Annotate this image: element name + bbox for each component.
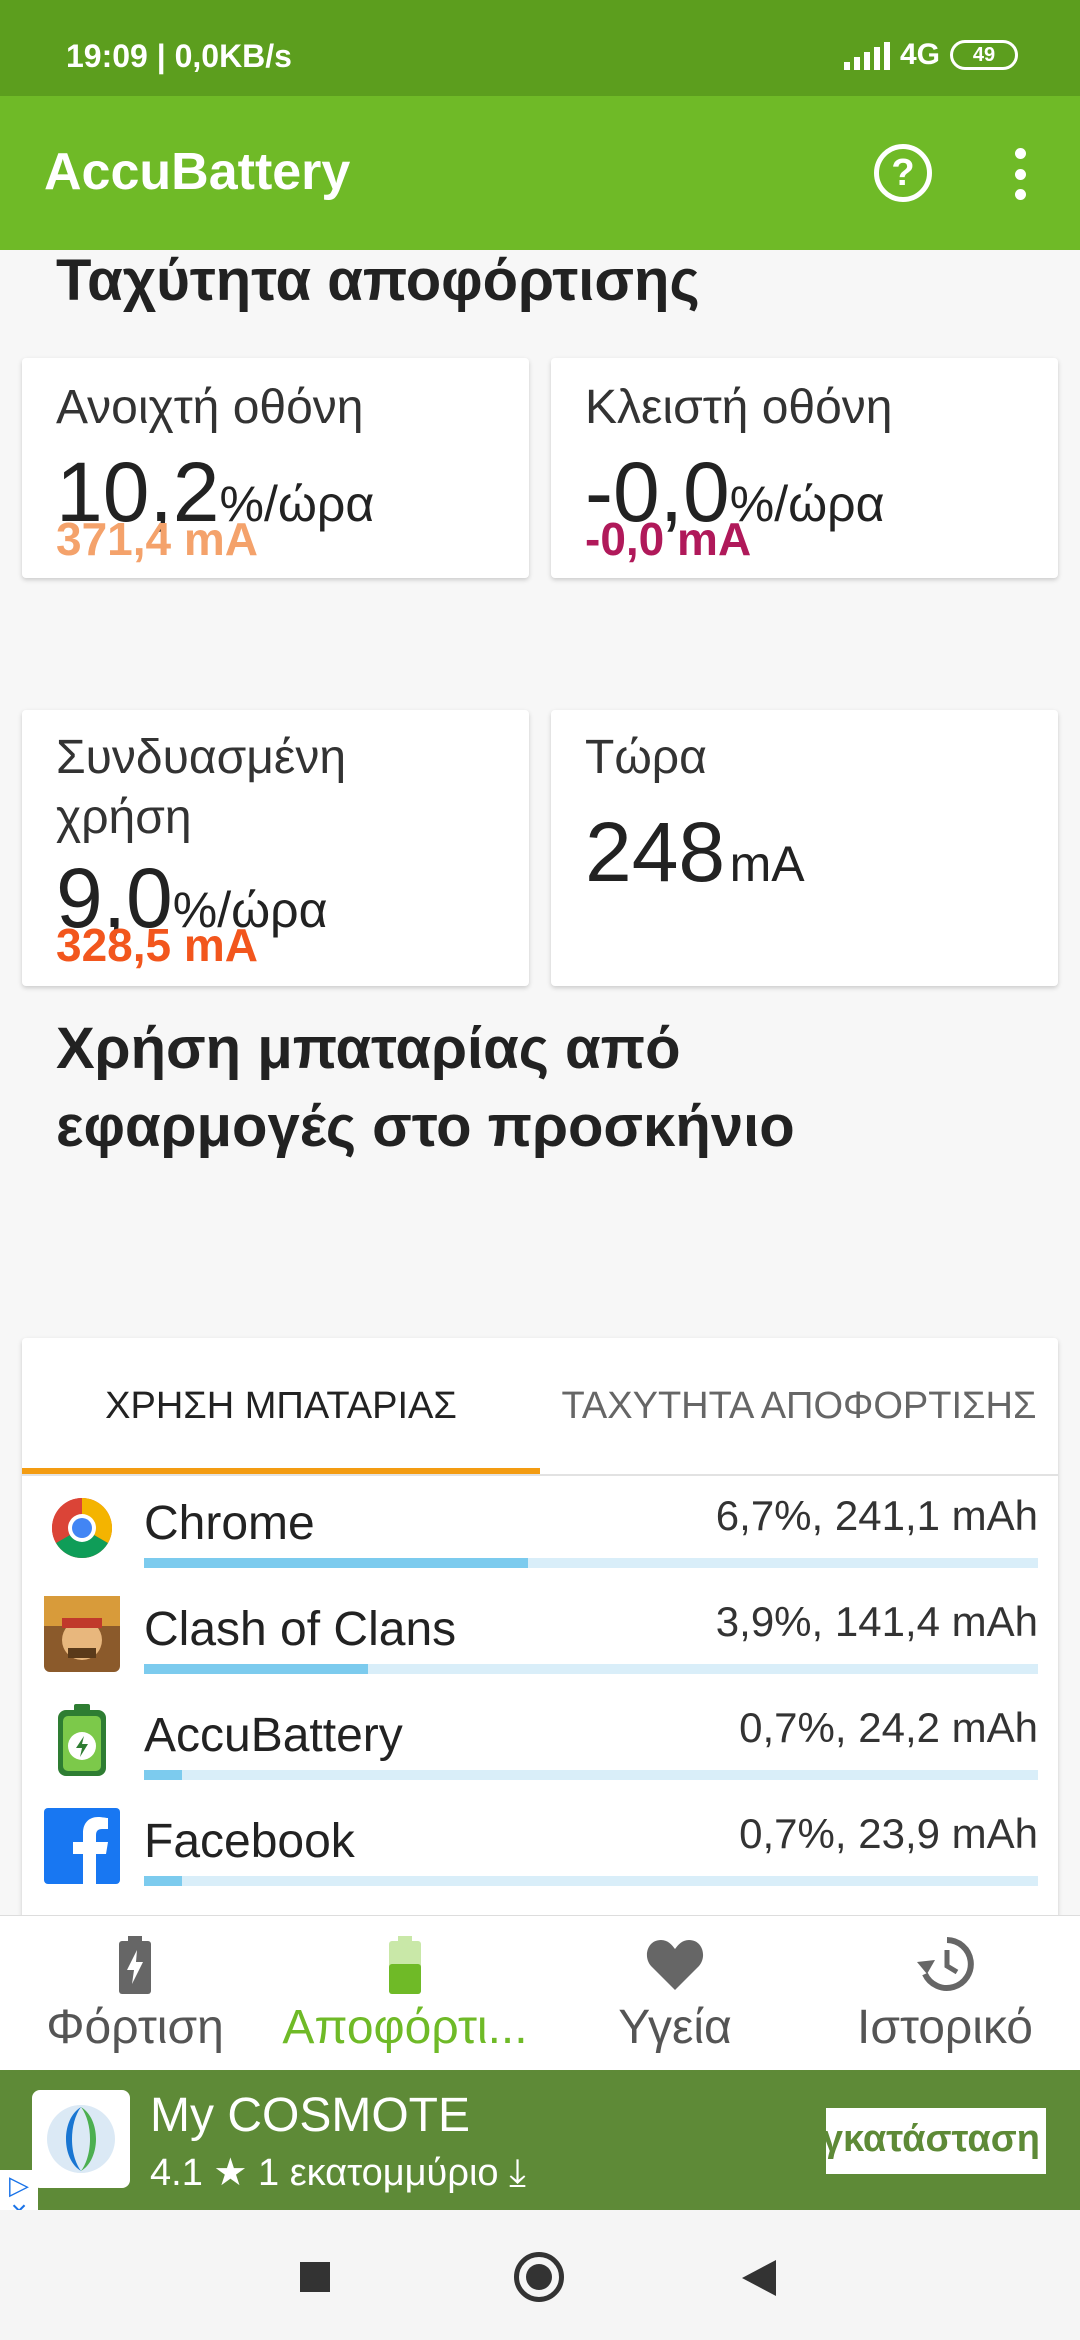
nav-label: Φόρτιση (46, 2001, 224, 2054)
usage-bar (144, 1876, 1038, 1886)
usage-bar-fill (144, 1770, 182, 1780)
ad-rating: 4.1 (150, 2152, 203, 2194)
ad-app-name: My COSMOTE (150, 2089, 470, 2142)
battery-level: 49 (972, 43, 996, 66)
tab-battery-usage[interactable]: ΧΡΗΣΗ ΜΠΑΤΑΡΙΑΣ (22, 1338, 540, 1474)
app-row-chrome[interactable]: Chrome 6,7%, 241,1 mAh (22, 1488, 1058, 1594)
usage-bar (144, 1770, 1038, 1780)
screen-off-ma: -0,0 mA (585, 513, 752, 565)
combined-ma: 328,5 mA (56, 919, 259, 971)
more-vert-icon[interactable] (1002, 142, 1038, 206)
app-stat: 0,7%, 24,2 mAh (739, 1704, 1038, 1751)
app-name: Facebook (144, 1815, 355, 1868)
facebook-icon (44, 1808, 120, 1884)
screen-off-label: Κλειστή οθόνη (585, 381, 893, 434)
bottom-navigation: Φόρτιση Αποφόρτι... Υγεία Ιστορικό (0, 1915, 1080, 2070)
help-circle-icon[interactable]: ? (874, 144, 932, 202)
charging-icon (119, 1936, 151, 1994)
battery-icon: 49 (950, 40, 1018, 70)
screen-on-label: Ανοιχτή οθόνη (56, 381, 364, 434)
app-row-facebook[interactable]: Facebook 0,7%, 23,9 mAh (22, 1806, 1058, 1912)
cosmote-logo (32, 2090, 130, 2188)
history-icon (917, 1937, 974, 1991)
usage-bar (144, 1558, 1038, 1568)
chrome-icon (51, 1498, 113, 1559)
ad-banner[interactable]: My COSMOTE 4.1 ★ 1 εκατομμύριο ⤓ ▷× Εγκα… (0, 2070, 1080, 2225)
recents-icon[interactable] (300, 2262, 330, 2292)
discharge-section-title: Ταχύτητα αποφόρτισης (56, 250, 700, 313)
heart-icon (646, 1940, 704, 1990)
app-stat: 3,9%, 141,4 mAh (715, 1598, 1038, 1645)
nav-item-charging[interactable]: Φόρτιση (0, 1916, 270, 2071)
status-time-speed: 19:09 | 0,0KB/s (66, 38, 292, 74)
discharging-battery-icon (389, 1936, 421, 1994)
nav-label: Αποφόρτι... (282, 2001, 528, 2054)
combined-label: Συνδυασμένη χρήση (56, 731, 347, 844)
app-usage-card: ΧΡΗΣΗ ΜΠΑΤΑΡΙΑΣ ΤΑΧΥΤΗΤΑ ΑΠΟΦΟΡΤΙΣΗΣ Chr… (22, 1338, 1058, 1915)
status-icons: 4G 49 (843, 38, 1018, 72)
signal-icon (843, 40, 890, 70)
network-type: 4G (899, 38, 940, 71)
nav-label: Υγεία (618, 2001, 732, 2054)
back-icon[interactable] (742, 2260, 776, 2296)
combined-usage-card[interactable]: Συνδυασμένη χρήση 9,0%/ώρα 328,5 mA (22, 710, 529, 986)
usage-bar-fill (144, 1558, 529, 1568)
clash-of-clans-icon (44, 1596, 120, 1672)
status-bar: 19:09 | 0,0KB/s 4G 49 (0, 0, 1080, 96)
nav-label: Ιστορικό (856, 2001, 1033, 2054)
system-navigation (0, 2210, 1080, 2340)
usage-section-title: Χρήση μπαταρίας από εφαρμογές στο προσκή… (56, 1016, 795, 1159)
tab-divider (22, 1474, 1058, 1476)
ad-info-icon[interactable]: ▷× (0, 2170, 38, 2225)
now-card[interactable]: Τώρα 248 mA (551, 710, 1058, 986)
app-stat: 0,7%, 23,9 mAh (739, 1810, 1038, 1857)
screen-on-card[interactable]: Ανοιχτή οθόνη 10,2%/ώρα 371,4 mA (22, 358, 529, 578)
usage-bar (144, 1664, 1038, 1674)
home-icon[interactable] (514, 2252, 564, 2302)
app-row-accubattery[interactable]: AccuBattery 0,7%, 24,2 mAh (22, 1700, 1058, 1806)
ad-rating-row: 4.1 ★ 1 εκατομμύριο ⤓ (150, 2150, 526, 2195)
screen-off-card[interactable]: Κλειστή οθόνη -0,0%/ώρα -0,0 mA (551, 358, 1058, 578)
ad-downloads: 1 εκατομμύριο (258, 2152, 499, 2194)
usage-bar-fill (144, 1876, 182, 1886)
download-icon: ⤓ (509, 2152, 526, 2194)
app-stat: 6,7%, 241,1 mAh (715, 1492, 1038, 1539)
now-value: 248 mA (585, 805, 805, 899)
app-title: AccuBattery (44, 143, 351, 201)
usage-bar-fill (144, 1664, 368, 1674)
install-button[interactable]: Εγκατάσταση (826, 2108, 1046, 2174)
now-label: Τώρα (585, 731, 707, 784)
app-name: Chrome (144, 1497, 315, 1550)
app-name: Clash of Clans (144, 1603, 457, 1656)
app-name: AccuBattery (144, 1709, 403, 1762)
star-icon: ★ (213, 2152, 259, 2194)
tab-discharge-speed[interactable]: ΤΑΧΥΤΗΤΑ ΑΠΟΦΟΡΤΙΣΗΣ (540, 1338, 1058, 1474)
accubattery-icon (58, 1704, 106, 1776)
main-content[interactable]: Ταχύτητα αποφόρτισης Ανοιχτή οθόνη 10,2%… (0, 250, 1080, 1915)
nav-item-health[interactable]: Υγεία (540, 1916, 810, 2071)
screen-on-ma: 371,4 mA (56, 513, 259, 565)
nav-item-history[interactable]: Ιστορικό (810, 1916, 1080, 2071)
nav-item-discharging[interactable]: Αποφόρτι... (270, 1916, 540, 2071)
app-row-clash-of-clans[interactable]: Clash of Clans 3,9%, 141,4 mAh (22, 1594, 1058, 1700)
app-bar: AccuBattery ? (0, 96, 1080, 250)
